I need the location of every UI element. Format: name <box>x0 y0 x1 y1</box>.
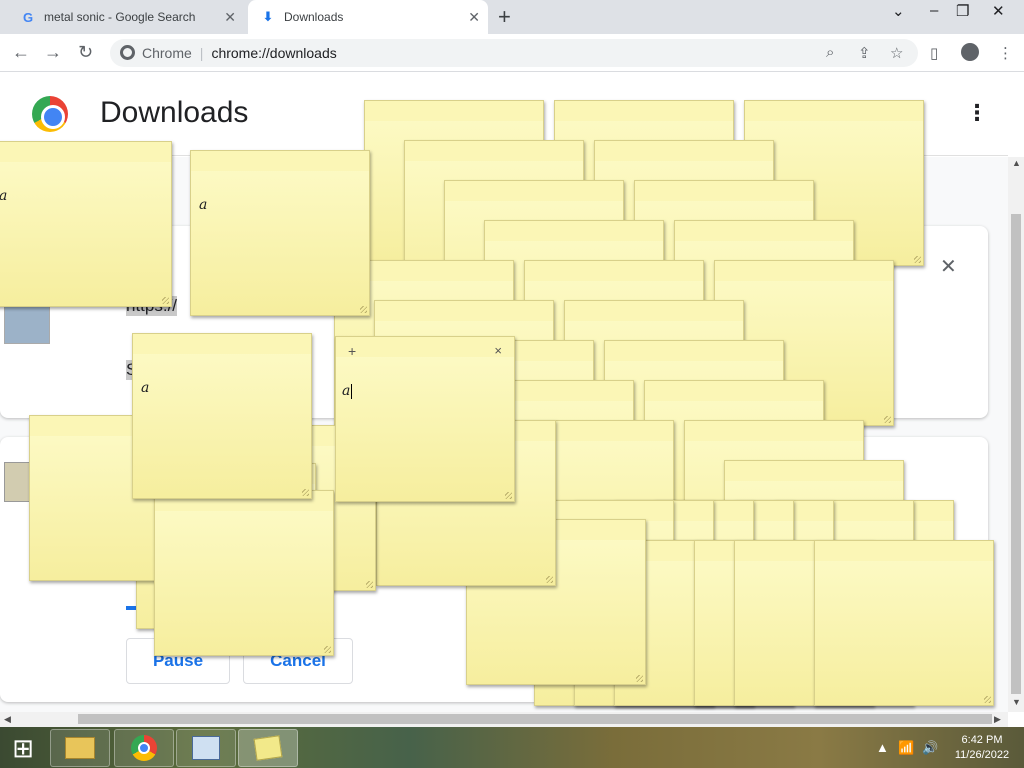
share-icon[interactable]: ⇪ <box>858 44 871 62</box>
clock-time: 6:42 PM <box>961 734 1003 746</box>
profile-avatar-icon[interactable] <box>961 43 979 61</box>
folder-icon <box>65 737 95 759</box>
chrome-logo-icon <box>32 96 68 132</box>
download-icon: ⬇ <box>262 9 274 24</box>
back-icon[interactable]: ← <box>12 42 30 63</box>
show-hidden-icons-icon[interactable]: ▲ <box>876 740 889 755</box>
close-icon[interactable]: × <box>494 343 502 358</box>
active-sticky-note[interactable]: + × a <box>335 336 515 502</box>
sticky-note[interactable]: a <box>0 141 172 307</box>
close-icon[interactable]: ✕ <box>468 9 480 26</box>
reload-icon[interactable]: ↻ <box>78 42 93 63</box>
close-window-icon[interactable]: ✕ <box>992 2 1005 20</box>
tab-title: metal sonic - Google Search <box>44 10 196 24</box>
sticky-notes-icon <box>253 735 283 761</box>
url-text: chrome://downloads <box>211 45 337 61</box>
address-bar[interactable]: Chrome | chrome://downloads <box>110 39 918 67</box>
sticky-note[interactable]: a <box>190 150 370 316</box>
control-panel-icon <box>192 736 220 760</box>
zoom-icon[interactable]: ⌕ <box>826 44 834 61</box>
horizontal-scroll-thumb[interactable] <box>78 714 992 724</box>
tab-title: Downloads <box>284 10 344 24</box>
file-icon <box>4 462 32 502</box>
tab-google-search[interactable]: G metal sonic - Google Search ✕ <box>8 0 244 34</box>
remove-download-icon[interactable]: ✕ <box>940 254 957 279</box>
volume-icon[interactable]: 🔊 <box>922 740 938 756</box>
more-actions-icon[interactable]: ⋮ <box>966 100 988 126</box>
system-clock[interactable]: 6:42 PM 11/26/2022 <box>950 733 1014 763</box>
note-text[interactable]: a <box>0 188 7 204</box>
menu-kebab-icon[interactable]: ⋮ <box>998 44 1013 62</box>
sticky-notes-taskbar-button[interactable] <box>238 729 298 767</box>
separator: | <box>199 45 204 61</box>
page-title: Downloads <box>100 96 249 129</box>
sticky-note[interactable] <box>154 490 334 656</box>
scroll-up-icon[interactable]: ▲ <box>1012 158 1021 168</box>
file-icon <box>4 306 50 344</box>
scroll-right-icon[interactable]: ▶ <box>994 714 1001 725</box>
sticky-note[interactable] <box>814 540 994 706</box>
windows-start-icon[interactable]: ⊞ <box>6 733 40 763</box>
restore-icon[interactable]: ❐ <box>956 2 969 20</box>
new-tab-button[interactable]: + <box>498 4 511 30</box>
tab-search-icon[interactable]: ⌄ <box>892 2 905 20</box>
text-caret <box>351 383 353 399</box>
site-label: Chrome <box>142 45 192 61</box>
file-explorer-taskbar-button[interactable] <box>50 729 110 767</box>
google-g-icon: G <box>22 9 34 25</box>
chrome-taskbar-button[interactable] <box>114 729 174 767</box>
side-panel-icon[interactable]: ▯ <box>930 44 938 62</box>
close-icon[interactable]: ✕ <box>224 9 236 26</box>
control-panel-taskbar-button[interactable] <box>176 729 236 767</box>
chrome-site-icon <box>120 45 135 60</box>
note-text[interactable]: a <box>199 197 207 213</box>
forward-icon[interactable]: → <box>44 42 62 63</box>
add-note-icon[interactable]: + <box>348 343 356 359</box>
chrome-icon <box>131 735 157 761</box>
scroll-left-icon[interactable]: ◀ <box>4 714 11 725</box>
minimize-icon[interactable]: – <box>930 2 938 19</box>
tab-downloads[interactable]: ⬇ Downloads ✕ <box>248 0 488 34</box>
note-text[interactable]: a <box>141 380 149 396</box>
sticky-note[interactable]: a <box>132 333 312 499</box>
clock-date: 11/26/2022 <box>954 749 1010 761</box>
scroll-down-icon[interactable]: ▼ <box>1012 697 1021 707</box>
vertical-scroll-thumb[interactable] <box>1011 214 1021 694</box>
network-icon[interactable]: 📶 <box>898 740 914 756</box>
bookmark-star-icon[interactable]: ☆ <box>890 44 903 62</box>
note-text-editing[interactable]: a <box>342 383 353 399</box>
